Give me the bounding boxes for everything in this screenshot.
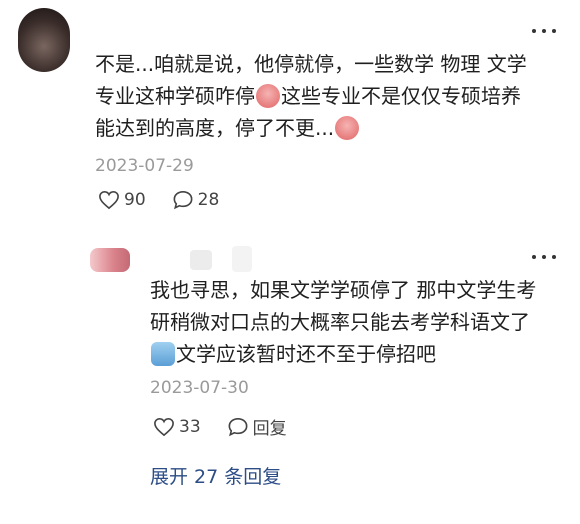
- avatar[interactable]: [18, 8, 70, 72]
- reply-label: 回复: [252, 419, 287, 439]
- heart-icon: [99, 190, 119, 210]
- comment-2: 我也寻思，如果文学学硕停了 那中文学生考 研稍微对口点的大概率只能去考学科语文了…: [0, 230, 580, 460]
- sweat-emoji-icon: [151, 342, 175, 366]
- comment-line-text: 专业这种学硕咋停: [95, 84, 255, 108]
- comment-actions: 90 28: [98, 190, 245, 210]
- comment-line: 我也寻思，如果文学学硕停了 那中文学生考: [150, 278, 537, 302]
- comment-1: 不是...咱就是说，他停就停，一些数学 物理 文学 专业这种学硕咋停 这些专业不是…: [0, 0, 580, 230]
- comment-line: 能达到的高度，停了不更...: [95, 112, 565, 144]
- more-icon[interactable]: [532, 252, 556, 262]
- avatar[interactable]: [90, 248, 130, 272]
- heart-icon: [154, 417, 174, 436]
- comment-line: 研稍微对口点的大概率只能去考学科语文了: [150, 310, 530, 334]
- comment-date: 2023-07-29: [95, 156, 194, 176]
- comment-text: 我也寻思，如果文学学硕停了 那中文学生考 研稍微对口点的大概率只能去考学科语文了…: [150, 274, 565, 370]
- reply-count: 28: [197, 190, 220, 210]
- comment-icon: [173, 190, 193, 210]
- username-blur: [190, 250, 212, 270]
- like-button[interactable]: 33: [153, 417, 201, 437]
- comment-line: 文学应该暂时还不至于停招吧: [150, 338, 565, 370]
- comment-line: 不是...咱就是说，他停就停，一些数学 物理 文学: [95, 52, 527, 76]
- like-button[interactable]: 90: [98, 190, 146, 210]
- expand-replies-link[interactable]: 展开 27 条回复: [150, 462, 281, 489]
- comment-text: 不是...咱就是说，他停就停，一些数学 物理 文学 专业这种学硕咋停 这些专业不是…: [95, 48, 565, 144]
- reply-button[interactable]: 回复: [227, 414, 287, 439]
- comment-icon: [228, 417, 248, 436]
- more-icon[interactable]: [532, 26, 556, 36]
- comment-line-text: 文学应该暂时还不至于停招吧: [176, 342, 436, 366]
- reply-button[interactable]: 28: [172, 190, 220, 210]
- crying-emoji-icon: [335, 116, 360, 140]
- like-count: 33: [179, 416, 201, 437]
- comment-actions: 33 回复: [153, 414, 313, 439]
- comment-line-text: 能达到的高度，停了不更...: [95, 116, 335, 140]
- crying-emoji-icon: [256, 84, 280, 108]
- comment-line: 专业这种学硕咋停 这些专业不是仅仅专硕培养: [95, 80, 565, 112]
- username-blur: [232, 246, 252, 272]
- comment-line-text: 这些专业不是仅仅专硕培养: [281, 84, 521, 108]
- like-count: 90: [124, 190, 146, 210]
- comment-date: 2023-07-30: [150, 378, 249, 398]
